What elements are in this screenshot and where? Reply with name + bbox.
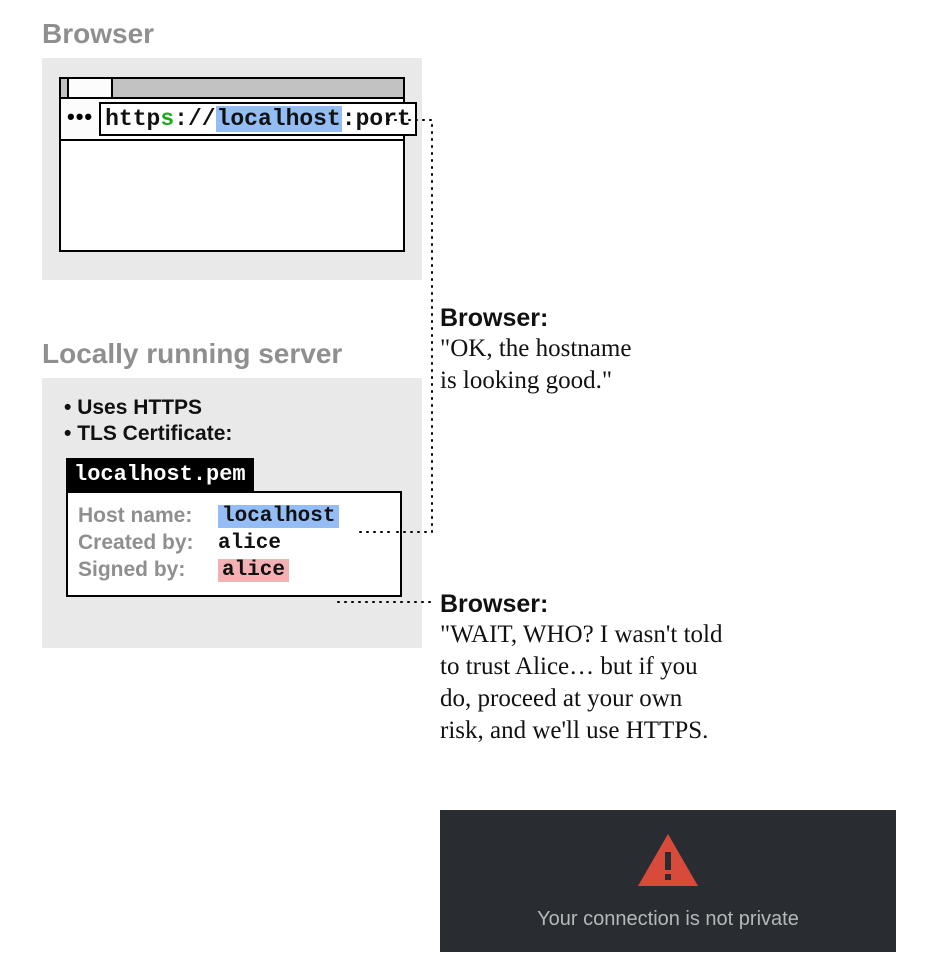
speech2-line2: to trust Alice… but if you [440,651,920,683]
warning-triangle-icon [636,832,700,888]
url-host: localhost [216,106,342,132]
tls-warning-card: Your connection is not private [440,810,896,952]
cert-signedby-value: alice [218,559,289,582]
browser-section-title: Browser [42,18,154,50]
speech1-line2: is looking good." [440,365,810,397]
cert-row-createdby: Created by: alice [78,531,390,555]
certificate-box: Host name: localhost Created by: alice S… [66,491,402,597]
active-tab [67,77,113,97]
address-bar-row: ••• https://localhost:port [59,97,405,141]
browser-panel: ••• https://localhost:port [42,58,422,280]
bullet-tls-certificate: TLS Certificate: [64,422,404,446]
bullet-uses-https: Uses HTTPS [64,396,404,420]
browser-speech-1: Browser: "OK, the hostname is looking go… [440,304,810,397]
cert-createdby-value: alice [218,532,281,555]
browser-speech-2: Browser: "WAIT, WHO? I wasn't told to tr… [440,590,920,747]
browser-viewport [59,141,405,252]
speech1-title: Browser: [440,304,810,333]
speech2-line3: do, proceed at your own [440,683,920,715]
url-scheme-s: s [160,106,174,132]
url-separator: :// [174,106,215,132]
speech2-line1: "WAIT, WHO? I wasn't told [440,619,920,651]
pem-filename-badge: localhost.pem [66,458,254,491]
browser-window: ••• https://localhost:port [59,77,405,252]
cert-row-signedby: Signed by: alice [78,558,390,582]
speech1-line1: "OK, the hostname [440,333,810,365]
speech2-line4: risk, and we'll use HTTPS. [440,715,920,747]
cert-hostname-label: Host name: [78,504,218,528]
server-panel: Uses HTTPS TLS Certificate: localhost.pe… [42,378,422,648]
cert-row-hostname: Host name: localhost [78,504,390,528]
url-scheme-http: http [105,106,160,132]
tls-warning-text: Your connection is not private [537,908,799,931]
url-port: :port [342,106,411,132]
server-bullets: Uses HTTPS TLS Certificate: [64,396,404,446]
server-section-title: Locally running server [42,338,342,370]
window-controls-icon: ••• [61,104,99,134]
cert-hostname-value: localhost [218,505,339,528]
cert-createdby-label: Created by: [78,531,218,555]
cert-signedby-label: Signed by: [78,558,218,582]
address-bar: https://localhost:port [99,102,417,136]
speech2-title: Browser: [440,590,920,619]
